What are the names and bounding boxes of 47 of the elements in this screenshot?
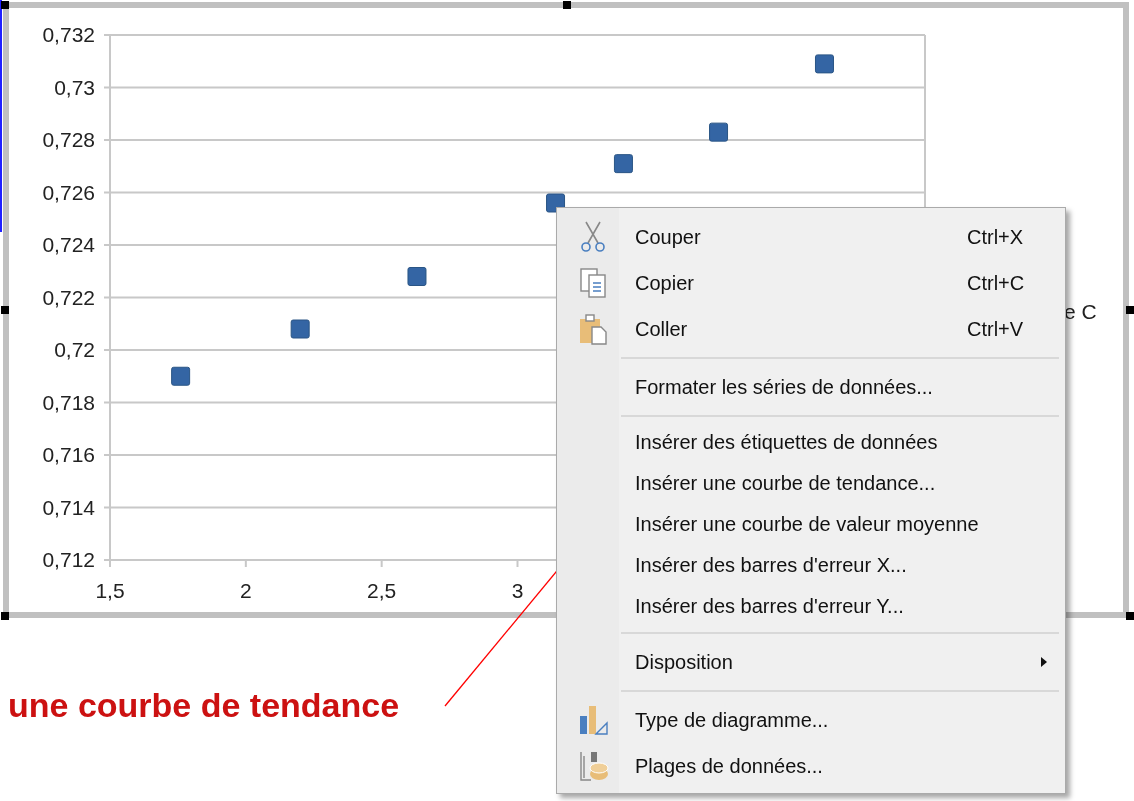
x-axis-label: 3 [511,579,524,602]
y-axis-label: 0,732 [42,23,95,46]
data-point [815,54,834,74]
y-axis-label: 0,712 [42,548,95,571]
menu-item[interactable]: Couper Ctrl+X [557,214,1065,260]
resize-handle[interactable] [1126,306,1134,314]
y-axis-label: 0,718 [42,390,95,414]
data-point [546,193,566,213]
menu-item[interactable]: Insérer des étiquettes de données [557,422,1065,463]
data-point [613,154,633,174]
x-axis-label: 2,5 [367,579,397,602]
y-axis-label: 0,726 [42,180,95,204]
x-axis-label: 1,5 [95,579,125,602]
menu-item[interactable]: Formater les séries de données... [557,364,1065,410]
menu-item[interactable]: Type de diagramme... [557,697,1065,743]
menu-item[interactable]: Insérer une courbe de valeur moyenne [557,504,1065,545]
data-point [290,319,310,339]
resize-handle[interactable] [1,306,9,314]
copy-icon [579,267,607,299]
y-axis-label: 0,724 [42,233,95,256]
menu-item[interactable]: Insérer des barres d'erreur X... [557,545,1065,586]
resize-handle[interactable] [1126,612,1134,620]
y-axis-label: 0,73 [54,75,95,99]
clipboard-icon [578,313,608,345]
scissors-icon [578,221,608,253]
resize-handle[interactable] [563,1,571,9]
data-point [709,122,729,142]
annotation-text: une courbe de tendance [8,686,400,724]
y-axis-label: 0,722 [42,285,95,309]
resize-handle[interactable] [1,612,9,620]
y-axis-label: 0,72 [54,338,95,361]
menu-item[interactable]: Insérer une courbe de tendance... [557,463,1065,504]
resize-handle[interactable] [1,1,9,9]
menu-item[interactable]: Disposition [557,639,1065,685]
menu-item[interactable]: Coller Ctrl+V [557,306,1065,352]
y-axis-label: 0,714 [42,495,95,519]
menu-item[interactable]: Insérer des barres d'erreur Y... [557,586,1065,627]
submenu-arrow-icon [1041,657,1047,667]
data-point [407,267,427,286]
x-axis-label: 2 [240,579,252,602]
menu-item[interactable]: Plages de données... [557,743,1065,789]
bar-chart-icon [578,704,608,736]
data-range-icon [577,750,609,782]
menu-item[interactable]: Copier Ctrl+C [557,260,1065,306]
data-point [171,366,191,386]
y-axis-label: 0,728 [42,128,95,151]
y-axis-label: 0,716 [42,443,95,466]
